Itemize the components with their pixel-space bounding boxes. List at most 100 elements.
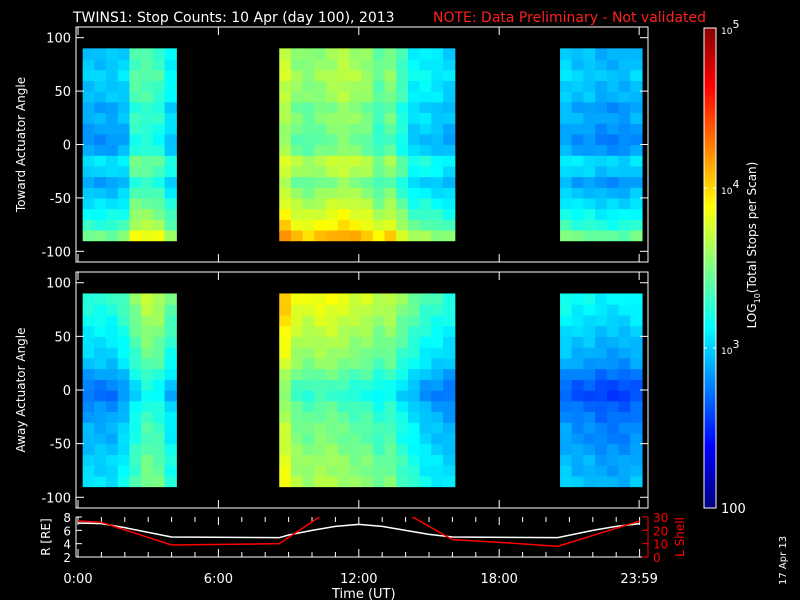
heatmap-cell [606, 293, 620, 305]
heatmap-cell [384, 123, 397, 135]
heatmap-cell [630, 314, 643, 327]
heatmap-cell [583, 123, 596, 135]
heatmap-cell [372, 187, 386, 199]
heatmap-cell [419, 293, 432, 305]
heatmap-cell [606, 304, 620, 316]
heatmap-cell [349, 208, 362, 220]
preliminary-note: NOTE: Data Preliminary - Not validated [433, 10, 706, 26]
heatmap-cell [141, 112, 154, 124]
heatmap-cell [396, 176, 409, 188]
heatmap-cell [279, 411, 292, 423]
heatmap-cell [337, 379, 351, 391]
heatmap-cell [560, 390, 573, 402]
heatmap-cell [407, 314, 421, 327]
heatmap-cell [560, 314, 573, 327]
heatmap-cell [419, 123, 432, 135]
heatmap-cell [396, 357, 409, 370]
heatmap-cell [106, 400, 119, 413]
heatmap-cell [302, 314, 315, 327]
heatmap-cell [279, 59, 292, 71]
heatmap-cell [129, 80, 142, 92]
heatmap-cell [618, 314, 631, 327]
heatmap-cell [595, 123, 608, 135]
heatmap-cell [560, 304, 573, 316]
heatmap-cell [326, 465, 339, 477]
heatmap-cell [372, 325, 386, 337]
heatmap-cell [337, 69, 351, 82]
heatmap-cell [606, 475, 620, 488]
heatmap-cell [94, 69, 107, 82]
heatmap-cell [560, 422, 573, 434]
heatmap-cell [606, 347, 620, 359]
heatmap-cell [290, 155, 304, 167]
heatmap-cell [571, 422, 585, 434]
heatmap-cell [106, 59, 119, 71]
heatmap-cell [583, 347, 596, 359]
heatmap-cell [560, 219, 573, 231]
heatmap-cell [152, 347, 166, 359]
heatmap-cell [152, 176, 166, 188]
heatmap-cell [560, 293, 573, 305]
heatmap-cell [407, 123, 421, 135]
heatmap-cell [618, 176, 631, 188]
r-tick-label: 6 [63, 524, 71, 538]
heatmap-cell [94, 80, 107, 92]
heatmap-cell [152, 422, 166, 434]
heatmap-cell [583, 314, 596, 327]
heatmap-cell [94, 155, 107, 167]
heatmap-cell [431, 325, 444, 337]
heatmap-cell [129, 69, 142, 82]
heatmap-cell [106, 422, 119, 434]
heatmap-cell [618, 432, 631, 445]
heatmap-cell [141, 368, 154, 380]
heatmap-cell [152, 155, 166, 167]
heatmap-cell [407, 325, 421, 337]
heatmap-cell [314, 454, 327, 466]
l-tick-label: 20 [653, 524, 668, 538]
colorbar-swatch [704, 456, 716, 461]
heatmap-cell [141, 475, 154, 488]
heatmap-cell [302, 101, 315, 114]
heatmap-cell [618, 347, 631, 359]
heatmap-cell [372, 91, 386, 103]
heatmap-cell [94, 432, 107, 445]
colorbar-swatch [704, 500, 716, 505]
heatmap-cell [152, 197, 166, 210]
heatmap-cell [443, 336, 456, 348]
heatmap-cell [384, 59, 397, 71]
heatmap-cell [337, 347, 351, 359]
heatmap-cell [314, 368, 327, 380]
heatmap-cell [407, 101, 421, 114]
heatmap-cell [326, 101, 339, 114]
heatmap-cell [571, 59, 585, 71]
heatmap-cell [279, 422, 292, 434]
heatmap-cell [583, 379, 596, 391]
heatmap-cell [164, 379, 177, 391]
colorbar-swatch [704, 336, 716, 341]
heatmap-cell [618, 91, 631, 103]
heatmap-cell [302, 347, 315, 359]
heatmap-cell [279, 443, 292, 455]
heatmap-cell [630, 165, 643, 178]
heatmap-cell [571, 123, 585, 135]
heatmap-cell [361, 229, 374, 242]
heatmap-cell [314, 123, 327, 135]
heatmap-cell [443, 411, 456, 423]
heatmap-cell [419, 80, 432, 92]
y-tick-label: 100 [46, 32, 71, 47]
heatmap-cell [396, 400, 409, 413]
heatmap-cell [82, 293, 95, 305]
heatmap-cell [164, 454, 177, 466]
heatmap-cell [326, 229, 339, 242]
heatmap-cell [419, 390, 432, 402]
heatmap-cell [349, 80, 362, 92]
heatmap-cell [396, 465, 409, 477]
heatmap-cell [630, 219, 643, 231]
heatmap-cell [384, 475, 397, 488]
heatmap-cell [152, 390, 166, 402]
heatmap-cell [337, 432, 351, 445]
heatmap-cell [606, 155, 620, 167]
heatmap-cell [630, 325, 643, 337]
heatmap-cell [384, 219, 397, 231]
heatmap-cell [141, 379, 154, 391]
